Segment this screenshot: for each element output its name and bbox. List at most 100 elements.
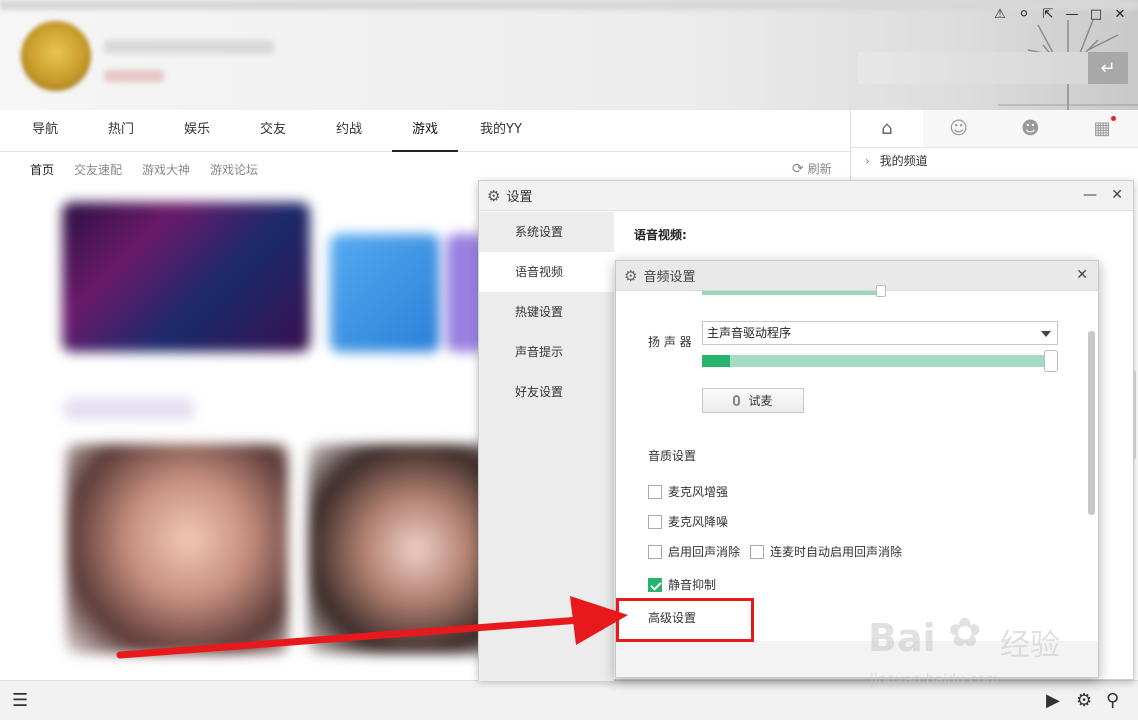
test-mic-label: 试麦 <box>748 394 773 408</box>
feedback-icon[interactable]: ⚠ <box>992 6 1008 22</box>
enter-icon[interactable]: ↵ <box>1088 52 1128 84</box>
audio-title: 音频设置 <box>643 270 696 285</box>
microphone-icon <box>733 395 741 406</box>
mic-enhance-option[interactable]: 麦克风增强 <box>648 483 728 500</box>
video-icon[interactable]: ▶ <box>1046 690 1060 711</box>
watermark-brand: Bai <box>868 616 936 660</box>
notification-dot <box>1111 116 1116 121</box>
blurred-status <box>104 70 164 82</box>
section-header-blur <box>64 398 194 420</box>
search-icon[interactable]: ⚲ <box>1106 690 1119 711</box>
subnav-forum[interactable]: 游戏论坛 <box>210 161 258 178</box>
highlight-box <box>616 598 754 642</box>
refresh-button[interactable]: ⟳ 刷新 <box>792 160 832 177</box>
subnav-game-master[interactable]: 游戏大神 <box>142 161 190 178</box>
speaker-label: 扬 声 器 <box>648 335 692 349</box>
audio-titlebar: ⚙ 音频设置 <box>616 261 1098 291</box>
subnav-match[interactable]: 交友速配 <box>74 161 122 178</box>
search-box[interactable]: ↵ <box>858 52 1128 84</box>
mic-denoise-label: 麦克风降噪 <box>668 515 729 529</box>
echo-cancel-label: 启用回声消除 <box>668 545 741 559</box>
close-icon[interactable]: ✕ <box>1076 267 1088 283</box>
speaker-volume-fill <box>702 355 730 367</box>
speaker-select-value: 主声音驱动程序 <box>707 326 792 340</box>
refresh-icon: ⟳ <box>792 161 804 177</box>
gear-icon: ⚙ <box>624 266 638 285</box>
sidebar-item-system[interactable]: 系统设置 <box>479 212 614 252</box>
test-mic-button[interactable]: 试麦 <box>702 388 804 413</box>
tab-friends[interactable]: ☺ <box>923 110 995 147</box>
subnav-home[interactable]: 首页 <box>30 161 54 178</box>
apps-grid-icon: ▦ <box>1093 118 1111 139</box>
my-channel-label: 我的频道 <box>879 154 928 168</box>
nav-item-social[interactable]: 交友 <box>242 110 304 152</box>
echo-cancel-checkbox[interactable] <box>648 544 662 559</box>
sidebar-item-hotkeys[interactable]: 热键设置 <box>479 292 614 332</box>
close-icon[interactable]: ✕ <box>1111 187 1123 203</box>
avatar[interactable] <box>18 18 94 94</box>
speaker-volume-thumb[interactable] <box>1044 350 1058 372</box>
sidebar-item-voice-video[interactable]: 语音视频 <box>479 252 614 292</box>
right-tabs: ⌂ ☺ ☻ ▦ <box>851 110 1138 148</box>
mute-suppress-checkbox[interactable] <box>648 577 662 592</box>
nav-item-my-yy[interactable]: 我的YY <box>470 110 532 152</box>
person-icon: ☺ <box>949 118 968 139</box>
settings-sidebar: 系统设置 语音视频 热键设置 声音提示 好友设置 <box>479 212 614 681</box>
minimize-icon[interactable]: — <box>1064 6 1080 22</box>
mic-volume-thumb[interactable] <box>876 285 886 297</box>
nav-item-entertainment[interactable]: 娱乐 <box>166 110 228 152</box>
mute-suppress-label: 静音抑制 <box>668 578 717 592</box>
home-icon: ⌂ <box>881 118 893 139</box>
nav-item-games[interactable]: 游戏 <box>392 110 458 152</box>
tab-home[interactable]: ⌂ <box>851 110 923 147</box>
mic-enhance-checkbox[interactable] <box>648 484 662 499</box>
settings-title: 设置 <box>506 190 533 205</box>
sidebar-item-friends[interactable]: 好友设置 <box>479 372 614 412</box>
my-channel-item[interactable]: › 我的频道 <box>865 152 928 169</box>
close-icon[interactable]: ✕ <box>1112 6 1128 22</box>
group-icon: ☻ <box>1020 118 1040 139</box>
tab-apps[interactable]: ▦ <box>1066 110 1138 147</box>
header-blurred-bar <box>0 0 1138 10</box>
sidebar-item-sound-alerts[interactable]: 声音提示 <box>479 332 614 372</box>
settings-titlebar: ⚙ 设置 <box>479 181 1133 211</box>
audio-scrollbar[interactable] <box>1088 331 1095 515</box>
paw-icon: ✿ <box>948 610 982 656</box>
watermark-brand2: 经验 <box>1000 628 1060 663</box>
tab-groups[interactable]: ☻ <box>995 110 1067 147</box>
chevron-down-icon <box>1041 331 1051 337</box>
maximize-icon[interactable]: □ <box>1088 6 1104 22</box>
settings-gear-icon[interactable]: ⚙ <box>1076 690 1092 711</box>
skin-icon[interactable]: ⚪ <box>1016 6 1032 22</box>
auto-echo-option[interactable]: 连麦时自动启用回声消除 <box>750 543 902 560</box>
auto-echo-checkbox[interactable] <box>750 544 764 559</box>
speaker-volume-track[interactable] <box>702 355 1047 367</box>
main-nav: 导航 热门 娱乐 交友 约战 游戏 我的YY <box>0 110 850 152</box>
menu-icon[interactable]: ☰ <box>12 690 28 711</box>
mic-denoise-option[interactable]: 麦克风降噪 <box>648 513 728 530</box>
minimize-icon[interactable]: — <box>1083 187 1097 203</box>
refresh-label: 刷新 <box>807 162 832 176</box>
watermark-url: jingyan.baidu.com <box>870 672 1000 688</box>
banner-image[interactable] <box>62 202 310 352</box>
speaker-select[interactable]: 主声音驱动程序 <box>702 321 1058 345</box>
gear-icon: ⚙ <box>487 186 501 205</box>
mic-enhance-label: 麦克风增强 <box>668 485 729 499</box>
blurred-username <box>104 40 274 54</box>
mic-denoise-checkbox[interactable] <box>648 514 662 529</box>
nav-item-battle[interactable]: 约战 <box>318 110 380 152</box>
app-tile-image[interactable] <box>330 234 440 352</box>
baidu-watermark: Bai ✿ 经验 jingyan.baidu.com <box>868 596 1088 692</box>
nav-item-hot[interactable]: 热门 <box>90 110 152 152</box>
streamer-card-1[interactable] <box>66 444 288 654</box>
mute-suppress-option[interactable]: 静音抑制 <box>648 576 716 593</box>
header: ⚠ ⚪ ⇱ — □ ✕ ↵ <box>0 0 1138 110</box>
section-title: 语音视频: <box>634 228 687 242</box>
nav-item-guide[interactable]: 导航 <box>14 110 76 152</box>
mini-mode-icon[interactable]: ⇱ <box>1040 6 1056 22</box>
chevron-right-icon: › <box>865 154 870 168</box>
echo-cancel-option[interactable]: 启用回声消除 <box>648 543 740 560</box>
auto-echo-label: 连麦时自动启用回声消除 <box>770 545 903 559</box>
streamer-card-2[interactable] <box>308 444 488 654</box>
mic-volume-track[interactable] <box>702 291 886 295</box>
